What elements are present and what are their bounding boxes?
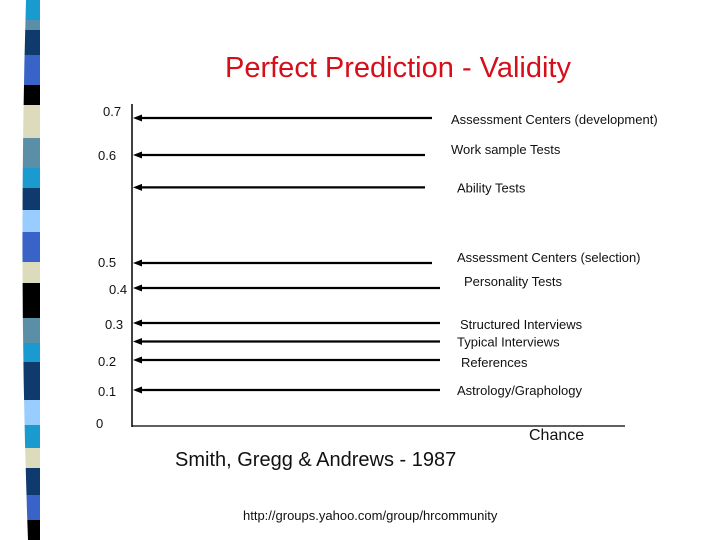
item-label: Assessment Centers (selection) [457, 250, 641, 265]
baseline-label: Chance [529, 427, 584, 444]
arrowhead-icon [133, 183, 142, 191]
validity-marker: References [133, 355, 528, 370]
validity-marker: Astrology/Graphology [133, 383, 583, 398]
arrowhead-icon [133, 284, 142, 292]
y-tick-label: 0 [96, 416, 103, 431]
validity-marker: Typical Interviews [133, 335, 560, 350]
arrowhead-icon [133, 151, 142, 159]
item-label: References [461, 355, 528, 370]
y-tick-label: 0.2 [98, 354, 116, 369]
validity-marker: Work sample Tests [133, 142, 561, 159]
y-tick-label: 0.6 [98, 148, 116, 163]
arrowhead-icon [133, 386, 142, 394]
arrowhead-icon [133, 338, 142, 345]
item-label: Astrology/Graphology [457, 383, 583, 398]
citation-text: Smith, Gregg & Andrews - 1987 [175, 449, 457, 471]
arrowhead-icon [133, 114, 142, 122]
y-tick-label: 0.1 [98, 384, 116, 399]
item-label: Ability Tests [457, 180, 526, 195]
source-url: http://groups.yahoo.com/group/hrcommunit… [243, 508, 498, 523]
y-tick-label: 0.7 [103, 104, 121, 119]
arrowhead-icon [133, 356, 142, 364]
item-label: Structured Interviews [460, 317, 583, 332]
validity-marker: Assessment Centers (selection) [133, 250, 641, 267]
item-label: Work sample Tests [451, 142, 561, 157]
validity-marker: Ability Tests [133, 180, 526, 195]
arrowhead-icon [133, 319, 142, 327]
y-tick-label: 0.5 [98, 255, 116, 270]
validity-marker: Structured Interviews [133, 317, 583, 332]
y-tick-label: 0.3 [105, 317, 123, 332]
item-label: Typical Interviews [457, 335, 560, 350]
arrowhead-icon [133, 259, 142, 267]
validity-marker: Personality Tests [133, 274, 563, 292]
item-label: Assessment Centers (development) [451, 112, 658, 127]
validity-marker: Assessment Centers (development) [133, 112, 658, 127]
y-tick-label: 0.4 [109, 282, 127, 297]
item-label: Personality Tests [464, 274, 563, 289]
